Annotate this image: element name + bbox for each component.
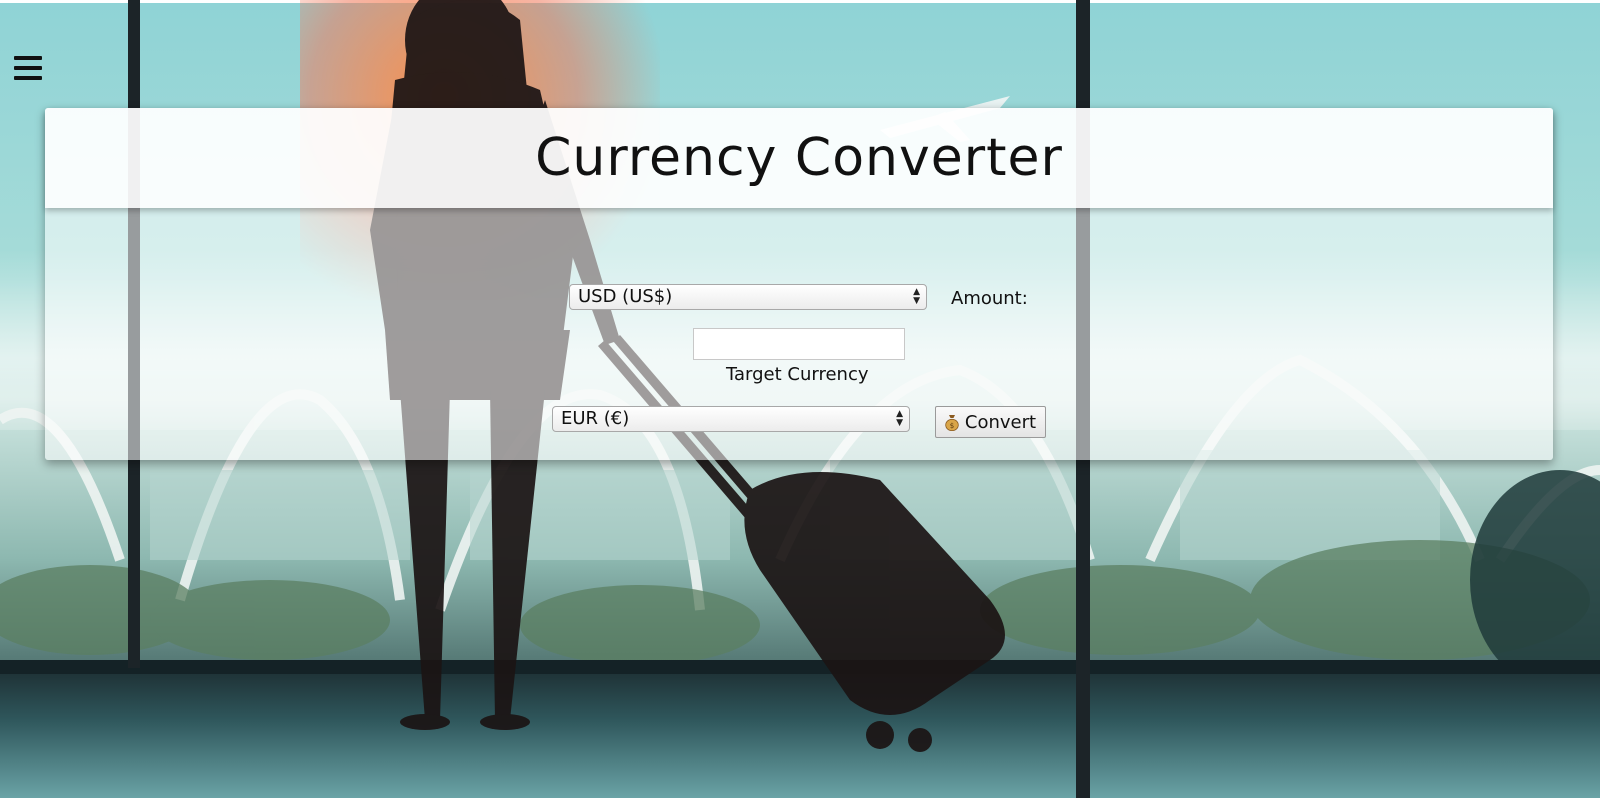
source-currency-select[interactable]: USD (US$) ▲ ▼ [569,284,927,310]
source-currency-value: USD (US$) [578,286,673,307]
target-currency-value: EUR (€) [561,408,630,429]
target-currency-label: Target Currency [726,364,869,385]
amount-input[interactable] [693,328,905,360]
convert-button[interactable]: $ Convert [935,406,1046,438]
amount-label: Amount: [951,288,1028,309]
money-bag-icon: $ [945,414,959,431]
select-arrows-icon: ▲ ▼ [913,287,920,306]
select-arrows-icon: ▲ ▼ [896,409,903,428]
target-currency-select[interactable]: EUR (€) ▲ ▼ [552,406,910,432]
hamburger-menu-icon[interactable] [14,56,44,82]
page-title: Currency Converter [535,128,1063,188]
title-bar: Currency Converter [45,108,1553,208]
converter-panel: Currency Converter USD (US$) ▲ ▼ Amount: … [45,108,1553,460]
svg-text:$: $ [950,422,954,430]
convert-button-label: Convert [964,411,1037,433]
